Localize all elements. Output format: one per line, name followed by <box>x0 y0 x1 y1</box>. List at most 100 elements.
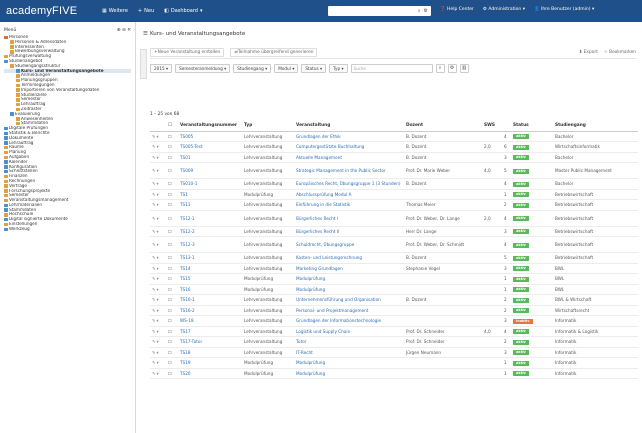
search-icon[interactable]: ⌕ <box>418 8 421 14</box>
cell-nr[interactable]: TS17-Tutor <box>180 339 202 344</box>
table-row[interactable]: ✎▾ ☐ TS009 Lehrveranstaltung Strategic Manag… <box>150 162 638 179</box>
row-actions-icon[interactable]: ✎▾ <box>152 134 160 139</box>
row-actions-icon[interactable]: ✎▾ <box>152 276 160 281</box>
row-actions-icon[interactable]: ✎▾ <box>152 242 160 247</box>
table-row[interactable]: ✎▾ ☐ TS01 Lehrveranstaltung Aktuelle Managem… <box>150 152 638 163</box>
table-row[interactable]: ✎▾ ☐ TS19 Modulprüfung Modulprüfung 1 aktiv Inf… <box>150 357 638 369</box>
row-checkbox[interactable]: ☐ <box>168 308 172 313</box>
cell-title[interactable]: Unternehmensführung und Organisation <box>296 297 381 302</box>
cell-title[interactable]: Bürgerliches Recht II <box>296 229 339 234</box>
row-checkbox[interactable]: ☐ <box>168 297 172 302</box>
row-actions-icon[interactable]: ✎▾ <box>152 297 160 302</box>
select-all-checkbox[interactable]: ☐ <box>166 121 178 132</box>
export-button[interactable]: ⬇ Export <box>579 50 598 55</box>
row-actions-icon[interactable]: ✎▾ <box>152 308 160 313</box>
cell-nr[interactable]: TS16-2 <box>180 308 195 313</box>
cell-nr[interactable]: TS010-1 <box>180 181 197 186</box>
sidebar-tools[interactable]: ⊕ ⊖ ✕ <box>117 28 131 33</box>
table-row[interactable]: ✎▾ ☐ TS005-Test Lehrveranstaltung Computerge… <box>150 141 638 153</box>
cell-nr[interactable]: TS005-Test <box>180 144 203 149</box>
cell-title[interactable]: Modulprüfung <box>296 287 325 292</box>
cell-title[interactable]: Modulprüfung <box>296 360 325 365</box>
row-actions-icon[interactable]: ✎▾ <box>152 255 160 260</box>
filter-studiengang[interactable]: Studiengang ▾ <box>233 63 272 73</box>
search-icon[interactable]: ⌕ <box>435 63 445 73</box>
cell-nr[interactable]: TS19 <box>180 360 191 365</box>
cell-nr[interactable]: TS20 <box>180 371 191 376</box>
row-checkbox[interactable]: ☐ <box>168 134 172 139</box>
table-row[interactable]: ✎▾ ☐ TS16-2 Lehrveranstaltung Personal- und … <box>150 305 638 316</box>
table-row[interactable]: ✎▾ ☐ TS20 Modulprüfung Modulprüfung 1 aktiv Inf… <box>150 368 638 379</box>
row-checkbox[interactable]: ☐ <box>168 181 172 186</box>
row-checkbox[interactable]: ☐ <box>168 144 172 149</box>
table-row[interactable]: ✎▾ ☐ TS1 Modulprüfung Abschlussprüfung Modul… <box>150 189 638 200</box>
row-actions-icon[interactable]: ✎▾ <box>152 168 160 173</box>
row-actions-icon[interactable]: ✎▾ <box>152 360 160 365</box>
cell-nr[interactable]: TS15 <box>180 276 191 281</box>
cell-title[interactable]: Marketing Grundlagen <box>296 266 343 271</box>
sidebar-item[interactable]: Werkzeug <box>4 227 131 232</box>
user-menu[interactable]: 👤 Ihre Benutzer (admin) ▾ <box>534 7 594 12</box>
col-veranstaltung[interactable]: Veranstaltung <box>294 121 404 132</box>
cell-title[interactable]: Einführung in die Statistik <box>296 202 350 207</box>
row-actions-icon[interactable]: ✎▾ <box>152 318 160 323</box>
cell-title[interactable]: Grundlagen der Ethik <box>296 134 341 139</box>
cell-title[interactable]: Abschlussprüfung Modul A <box>296 192 352 197</box>
row-actions-icon[interactable]: ✎▾ <box>152 229 160 234</box>
table-row[interactable]: ✎▾ ☐ TS15 Modulprüfung Modulprüfung 1 aktiv BWL <box>150 273 638 285</box>
cell-nr[interactable]: TS12-1 <box>180 216 195 221</box>
sidebar-toggle-handle[interactable] <box>140 49 147 79</box>
table-search-input[interactable]: Suche <box>350 63 433 73</box>
row-checkbox[interactable]: ☐ <box>168 329 172 334</box>
filter-year[interactable]: 2015 ▾ <box>150 63 173 73</box>
row-checkbox[interactable]: ☐ <box>168 276 172 281</box>
cell-nr[interactable]: TS12-2 <box>180 229 195 234</box>
cell-title[interactable]: Modulprüfung <box>296 371 325 376</box>
cell-title[interactable]: IT-Recht <box>296 350 313 355</box>
cell-nr[interactable]: TS13-1 <box>180 255 195 260</box>
col-nr[interactable]: Veranstaltungsnummer <box>178 121 242 132</box>
nav-dashboard[interactable]: ◧ Dashboard ▾ <box>164 8 202 14</box>
row-checkbox[interactable]: ☐ <box>168 155 172 160</box>
administration-menu[interactable]: ⚙ Administration ▾ <box>483 7 525 12</box>
nav-weitere[interactable]: ▦ Weitere <box>102 8 128 14</box>
row-checkbox[interactable]: ☐ <box>168 229 172 234</box>
row-checkbox[interactable]: ☐ <box>168 318 172 323</box>
app-logo[interactable]: academyFIVE <box>0 5 100 17</box>
cell-title[interactable]: Europäisches Recht, Übungsgruppe 1 (3 St… <box>296 181 401 186</box>
new-course-button[interactable]: + Neue Veranstaltung erstellen <box>150 48 225 57</box>
cell-nr[interactable]: TS18 <box>180 350 191 355</box>
cell-title[interactable]: Personal- und Projektmanagement <box>296 308 368 313</box>
row-checkbox[interactable]: ☐ <box>168 192 172 197</box>
table-row[interactable]: ✎▾ ☐ TS12-2 Lehrveranstaltung Bürgerliches R… <box>150 226 638 237</box>
row-checkbox[interactable]: ☐ <box>168 350 172 355</box>
cell-nr[interactable]: TS01 <box>180 155 191 160</box>
settings-icon[interactable]: ⚙ <box>447 63 457 73</box>
cell-title[interactable]: Strategic Management in the Public Secto… <box>296 168 386 173</box>
table-row[interactable]: ✎▾ ☐ TS16-1 Lehrveranstaltung Unternehmensfü… <box>150 294 638 306</box>
cell-nr[interactable]: TS17 <box>180 329 191 334</box>
cell-nr[interactable]: TS11 <box>180 202 191 207</box>
cell-nr[interactable]: TS16-1 <box>180 297 195 302</box>
row-actions-icon[interactable]: ✎▾ <box>152 181 160 186</box>
row-actions-icon[interactable]: ✎▾ <box>152 192 160 197</box>
row-checkbox[interactable]: ☐ <box>168 168 172 173</box>
cell-title[interactable]: Computergestützte Buchhaltung <box>296 144 364 149</box>
global-search-input[interactable]: ⌕ ⚙ <box>328 6 431 16</box>
row-actions-icon[interactable]: ✎▾ <box>152 216 160 221</box>
table-row[interactable]: ✎▾ ☐ TS18 Lehrveranstaltung IT-Recht Jürgen N… <box>150 347 638 358</box>
columns-icon[interactable]: ▥ <box>459 63 469 73</box>
table-row[interactable]: ✎▾ ☐ TS17-Tutor Lehrveranstaltung Tutor Prof.… <box>150 336 638 348</box>
row-actions-icon[interactable]: ✎▾ <box>152 329 160 334</box>
row-actions-icon[interactable]: ✎▾ <box>152 287 160 292</box>
cell-nr[interactable]: TS12-3 <box>180 242 195 247</box>
cell-nr[interactable]: WS-18 <box>180 318 194 323</box>
col-sws[interactable]: SWS <box>482 121 502 132</box>
cell-title[interactable]: Logistik und Supply Chain <box>296 329 350 334</box>
row-checkbox[interactable]: ☐ <box>168 266 172 271</box>
filter-semester[interactable]: Semesteranmeldung ▾ <box>175 63 231 73</box>
row-checkbox[interactable]: ☐ <box>168 287 172 292</box>
cell-title[interactable]: Bürgerliches Recht I <box>296 216 338 221</box>
row-actions-icon[interactable]: ✎▾ <box>152 350 160 355</box>
cell-nr[interactable]: TS16 <box>180 287 191 292</box>
